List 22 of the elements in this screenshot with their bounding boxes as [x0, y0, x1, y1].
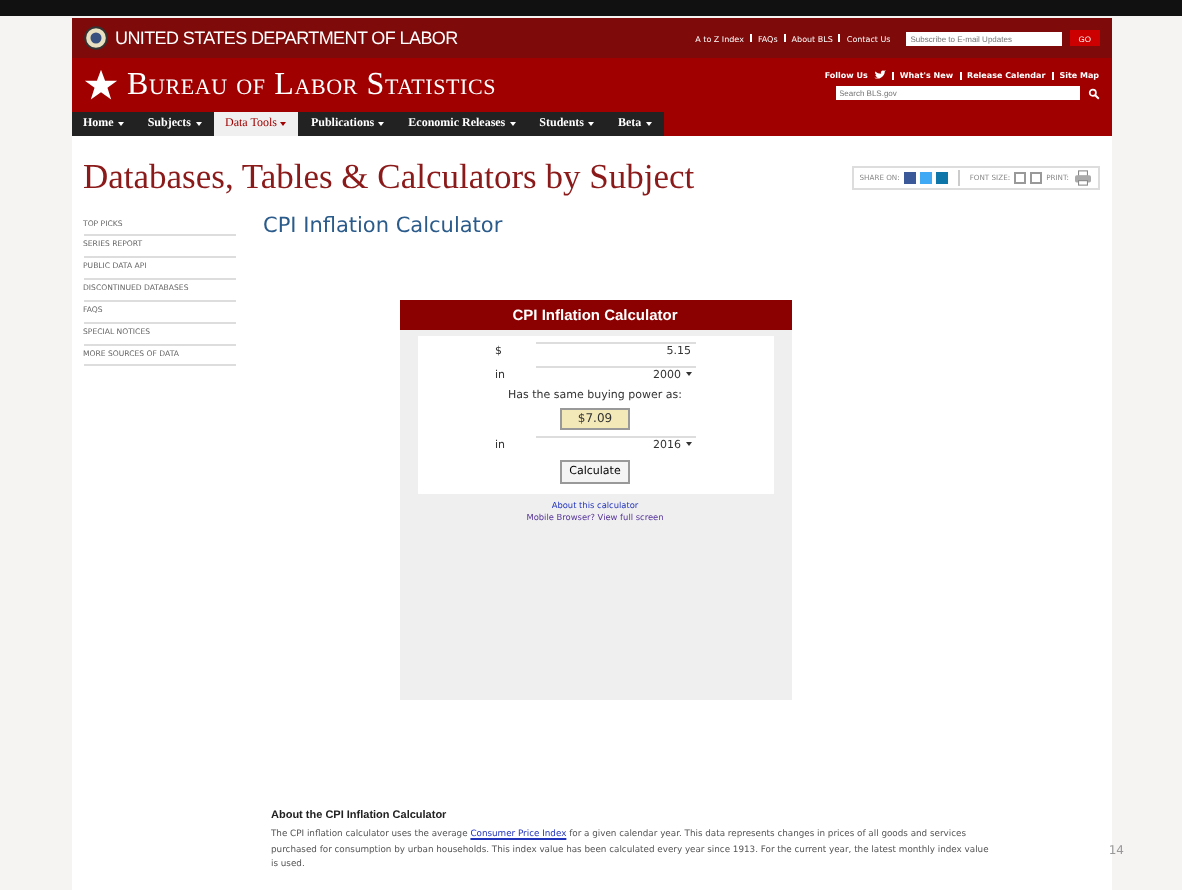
- linkedin-icon[interactable]: [935, 171, 948, 183]
- star-icon: [83, 68, 117, 102]
- font-smaller-icon[interactable]: [1014, 171, 1027, 183]
- calculator-heading: CPI Inflation Calculator: [263, 214, 505, 238]
- bird-icon[interactable]: [873, 70, 886, 80]
- printer-icon[interactable]: [1073, 169, 1091, 185]
- seal-icon: [83, 26, 107, 50]
- caret-icon: [645, 121, 652, 126]
- caret-icon: [509, 121, 516, 126]
- caret-icon: [685, 442, 691, 447]
- agency-name: UNITED STATES DEPARTMENT OF LABOR: [115, 28, 460, 48]
- search-icon[interactable]: [1087, 87, 1099, 99]
- caret-icon: [117, 121, 124, 126]
- caret-icon: [378, 121, 385, 126]
- bureau-title: Bureau of Labor Statistics: [127, 67, 499, 103]
- caret-icon: [588, 121, 594, 126]
- caret-icon: [685, 372, 691, 377]
- font-larger-icon[interactable]: [1030, 171, 1043, 183]
- facebook-icon[interactable]: [903, 171, 916, 183]
- page-title: Databases, Tables & Calculators by Subject: [83, 156, 695, 198]
- caret-icon: [280, 121, 287, 126]
- caret-icon: [195, 121, 201, 126]
